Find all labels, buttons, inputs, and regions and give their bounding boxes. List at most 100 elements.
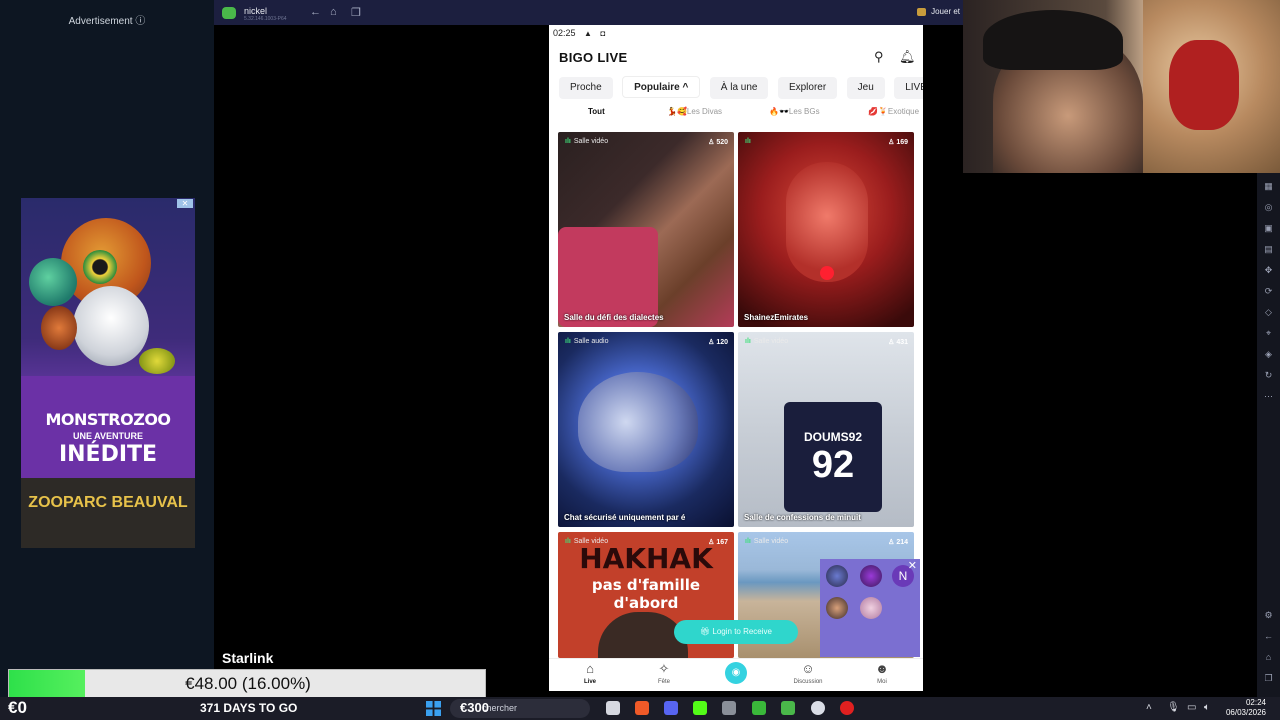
avatar[interactable] (860, 597, 882, 619)
brave-icon[interactable] (635, 701, 649, 715)
ad-banner[interactable]: ✕ MONSTROZOO UNE AVENTURE INÉDITE ZOOPAR… (21, 198, 195, 548)
emulator-app-icon[interactable] (781, 701, 795, 715)
tab-live-virtuel[interactable]: LIVE Virtuel (894, 77, 923, 99)
ad-column: Advertisement ⓘ ✕ MONSTROZOO UNE AVENTUR… (0, 0, 214, 697)
app-subtitle: 5.32.146.1003-P64 (244, 16, 287, 22)
card-viewers: ♙ 431 (888, 338, 908, 346)
bottom-nav: ⌂ Live ✧ Fête ◉ ☺ Discussion ☻ Moi (549, 658, 923, 691)
card-viewers: ♙ 167 (708, 538, 728, 546)
ad-close-icon[interactable]: ✕ (177, 199, 193, 208)
card-title: ShainezEmirates (744, 313, 809, 322)
webcam-cap (983, 10, 1123, 70)
chevron-up-icon[interactable]: ˄ (1146, 702, 1152, 713)
ad-creature-small (41, 306, 77, 350)
shirt-name: DOUMS92 (803, 430, 862, 444)
settings-app-icon[interactable] (722, 701, 736, 715)
card-tag: ılı Salle vidéo (745, 538, 788, 545)
avatar[interactable] (826, 597, 848, 619)
live-card[interactable]: ılı ♙ 169 ShainezEmirates (738, 132, 914, 327)
taskbar: €0 371 DAYS TO GO chercher €300 ˄ 🎙︎ ▭ 🔈… (0, 697, 1280, 720)
sync-icon[interactable]: ↻ (1263, 370, 1274, 381)
play-button[interactable]: Jouer et (931, 7, 960, 16)
multitask-icon[interactable]: ❐ (351, 6, 361, 19)
clock-time: 02:24 (1245, 698, 1266, 707)
microphone-icon[interactable]: 🎙︎ (1167, 702, 1180, 713)
controller-icon[interactable]: ✥ (1263, 265, 1274, 276)
task-view-icon[interactable] (606, 701, 620, 715)
tab-explorer[interactable]: Explorer (777, 77, 838, 99)
settings-icon[interactable]: ⚙ (1263, 610, 1274, 621)
obs-icon[interactable] (811, 701, 825, 715)
app-icon (222, 7, 236, 19)
ad-promo-line1: MONSTROZOO (45, 410, 171, 429)
subtab-tout[interactable]: Tout (588, 107, 605, 116)
card-tag-label: Salle vidéo (573, 138, 609, 145)
home-icon[interactable]: ⌂ (330, 6, 337, 18)
back-arrow-icon[interactable]: ← (310, 6, 321, 18)
subtab-exotique[interactable]: 💋🍹Exotique (868, 107, 919, 116)
media-icon[interactable]: ▤ (1263, 244, 1274, 255)
notification-icon: ◘ (600, 29, 606, 38)
rotate-icon[interactable]: ⟳ (1263, 286, 1274, 297)
go-live-button[interactable]: ◉ (725, 662, 747, 684)
days-counter: 371 DAYS TO GO (200, 701, 298, 715)
status-bar: 02:25 ▲ ◘ (553, 28, 605, 38)
volume-icon[interactable]: 🔈︎ (1204, 702, 1210, 713)
tab-a-la-une[interactable]: À la une (709, 77, 769, 99)
nav-live[interactable]: ⌂ Live (565, 659, 615, 685)
subtab-bgs[interactable]: 🔥🕶️Les BGs (769, 107, 820, 116)
nav-fete[interactable]: ✧ Fête (639, 659, 689, 685)
goal-text: €48.00 (16.00%) (185, 674, 311, 693)
live-bars-icon: ılı (745, 138, 751, 145)
bell-icon[interactable]: 🔔︎ (899, 49, 916, 65)
live-card[interactable]: ılı Salle audio ♙ 120 Chat sécurisé uniqu… (558, 332, 734, 527)
tab-proche[interactable]: Proche (559, 77, 613, 99)
record-icon[interactable]: ▣ (1263, 223, 1274, 234)
room-preview-panel[interactable]: N ✕ (820, 559, 920, 657)
card-title: Chat sécurisé uniquement par é (564, 513, 686, 522)
clock[interactable]: 02:24 06/03/2026 (1222, 698, 1266, 718)
warning-icon: ▲ (584, 29, 592, 38)
shirt-number: 92 (811, 444, 855, 486)
tab-jeu[interactable]: Jeu (846, 77, 885, 99)
card-tag-label: Salle vidéo (753, 538, 789, 545)
search-icon[interactable]: ⚲ (874, 49, 884, 65)
subtab-divas[interactable]: 💃🥰Les Divas (667, 107, 722, 116)
keyboard-icon[interactable]: ▦ (1263, 181, 1274, 192)
nav-moi[interactable]: ☻ Moi (857, 659, 907, 685)
layers-icon[interactable]: ◈ (1263, 349, 1274, 360)
live-card[interactable]: ılı Salle vidéo ♙ 520 Salle du défi des d… (558, 132, 734, 327)
status-time: 02:25 (553, 28, 576, 38)
login-to-receive-button[interactable]: 🎁︎ Login to Receive (674, 620, 798, 644)
card-viewer-count: 167 (716, 539, 728, 546)
live-card[interactable]: DOUMS92 92 ılı Salle vidéo ♙ 431 Salle de… (738, 332, 914, 527)
avatar[interactable] (826, 565, 848, 587)
phone-screen: 02:25 ▲ ◘ BIGO LIVE ⚲ 🔔︎ Proche Populair… (549, 25, 923, 691)
card-image-shape (578, 372, 698, 472)
home-icon[interactable]: ⌂ (1263, 652, 1274, 663)
location-icon[interactable]: ⌖ (1263, 328, 1274, 339)
close-icon[interactable]: ✕ (908, 559, 917, 572)
kick-icon[interactable] (693, 701, 707, 715)
emulator-sidebar: ▦ ◎ ▣ ▤ ✥ ⟳ ◇ ⌖ ◈ ↻ ⋯ ⚙ ← ⌂ ❐ (1257, 173, 1280, 697)
youtube-icon[interactable] (840, 701, 854, 715)
ad-creature-lizard (139, 348, 175, 374)
display-icon[interactable]: ▭ (1187, 702, 1196, 713)
nav-discussion[interactable]: ☺ Discussion (783, 659, 833, 685)
windows-start-icon[interactable] (426, 701, 441, 716)
card-tag: ılı Salle audio (565, 338, 608, 345)
discord-icon[interactable] (664, 701, 678, 715)
more-icon[interactable]: ⋯ (1263, 391, 1274, 402)
profile-icon: ☻ (875, 661, 889, 676)
live-bars-icon: ılı (565, 138, 571, 145)
card-viewer-count: 520 (716, 139, 728, 146)
spreadsheet-icon[interactable] (752, 701, 766, 715)
back-icon[interactable]: ← (1263, 631, 1274, 642)
avatar[interactable] (860, 565, 882, 587)
screenshot-icon[interactable]: ◎ (1263, 202, 1274, 213)
tab-populaire[interactable]: Populaire ^ (622, 76, 701, 98)
card-viewer-count: 120 (716, 339, 728, 346)
card-tag-label: Salle vidéo (753, 338, 789, 345)
recent-apps-icon[interactable]: ❐ (1263, 673, 1274, 684)
eraser-icon[interactable]: ◇ (1263, 307, 1274, 318)
